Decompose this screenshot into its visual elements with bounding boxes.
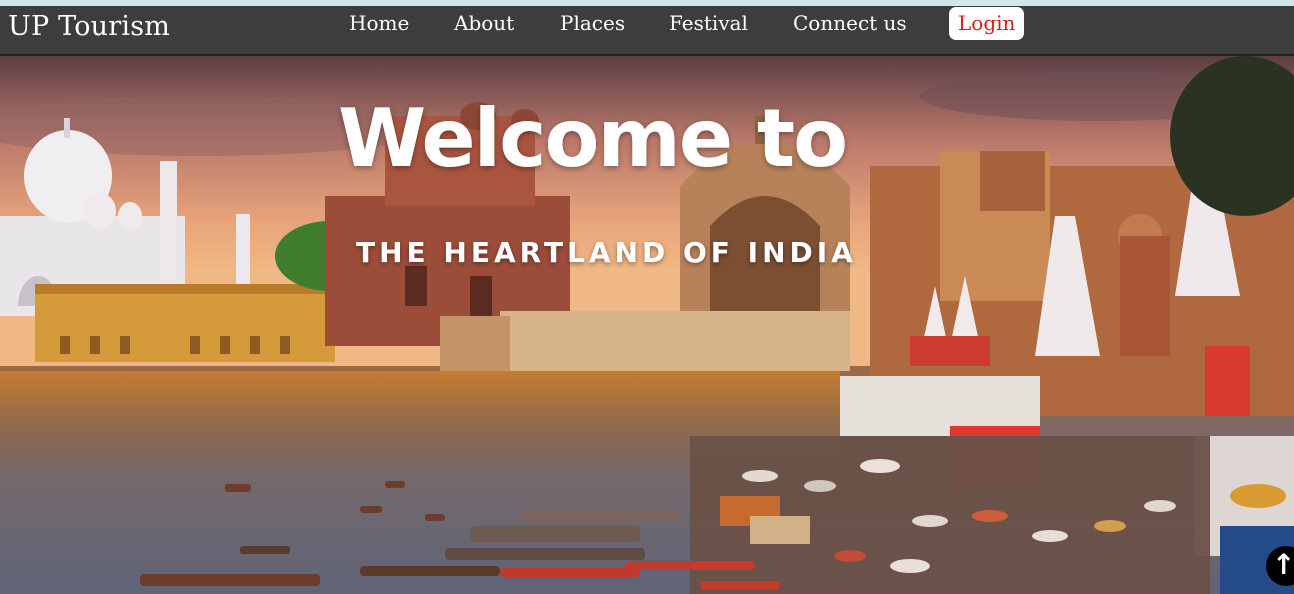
nav-places-link[interactable]: Places	[560, 11, 625, 35]
hero-subtitle: THE HEARTLAND OF INDIA	[356, 236, 857, 269]
arrow-up-icon: ↑	[1272, 548, 1294, 581]
hero-title: Welcome to	[338, 92, 848, 185]
nav-festival-link[interactable]: Festival	[669, 11, 748, 35]
login-button[interactable]: Login	[949, 7, 1025, 40]
nav-about-link[interactable]: About	[454, 11, 514, 35]
hero-banner: Welcome to THE HEARTLAND OF INDIA ↑	[0, 56, 1294, 594]
nav-links: Home About Places Festival Connect us Lo…	[0, 6, 1294, 54]
navbar: UP Tourism Home About Places Festival Co…	[0, 6, 1294, 56]
nav-connect-link[interactable]: Connect us	[793, 11, 907, 35]
nav-home-link[interactable]: Home	[349, 11, 409, 35]
